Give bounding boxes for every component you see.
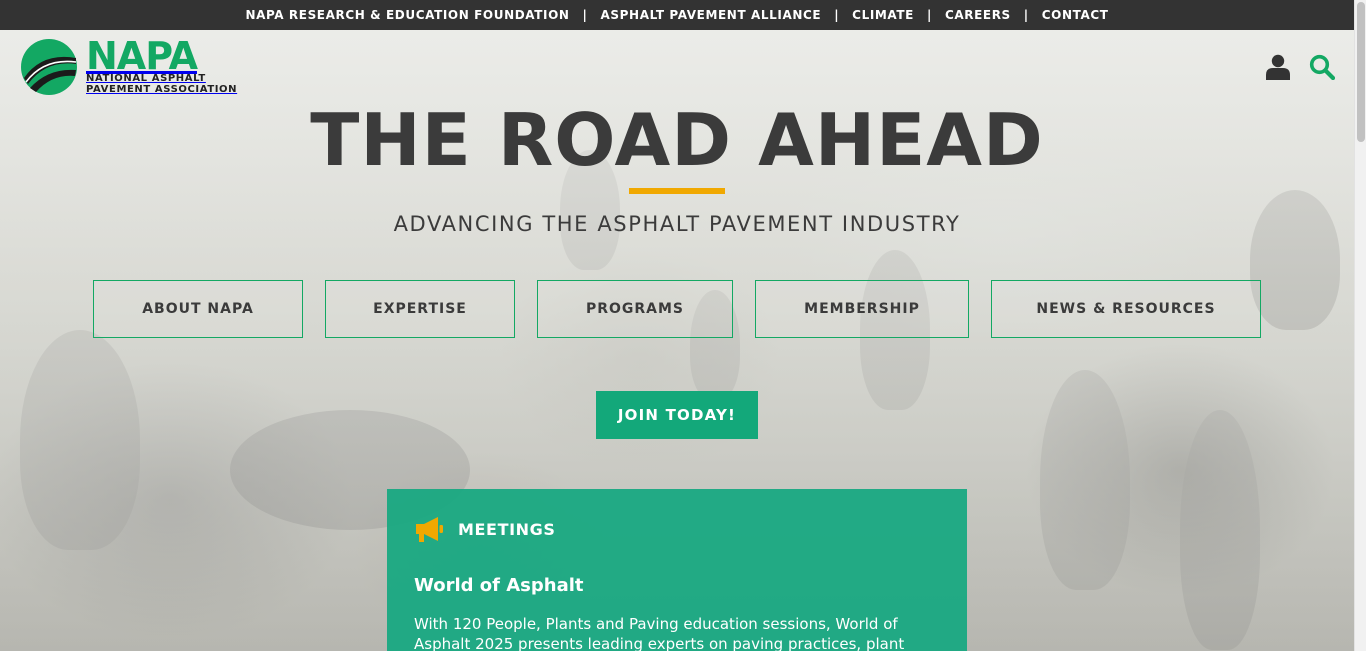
utility-separator: | (1023, 8, 1029, 22)
utility-separator: | (926, 8, 932, 22)
napa-logo-mark (21, 39, 77, 95)
logo-word: NAPA (86, 34, 198, 78)
nav-about-napa[interactable]: ABOUT NAPA (93, 280, 303, 338)
logo-line-1: NATIONAL ASPHALT (86, 73, 206, 84)
logo-line-2: PAVEMENT ASSOCIATION (86, 84, 238, 95)
utility-link-careers[interactable]: CAREERS (945, 8, 1011, 22)
utility-link-alliance[interactable]: ASPHALT PAVEMENT ALLIANCE (601, 8, 822, 22)
hero-subtitle: ADVANCING THE ASPHALT PAVEMENT INDUSTRY (393, 212, 961, 236)
meetings-card[interactable]: MEETINGS World of Asphalt With 120 Peopl… (387, 489, 967, 651)
scrollbar-thumb[interactable] (1357, 2, 1365, 142)
napa-logo[interactable]: NAPA NATIONAL ASPHALT PAVEMENT ASSOCIATI… (20, 34, 238, 96)
nav-news-resources[interactable]: NEWS & RESOURCES (991, 280, 1261, 338)
card-title[interactable]: World of Asphalt (414, 575, 940, 596)
card-body: With 120 People, Plants and Paving educa… (414, 615, 905, 651)
nav-membership[interactable]: MEMBERSHIP (755, 280, 969, 338)
utility-link-foundation[interactable]: NAPA RESEARCH & EDUCATION FOUNDATION (245, 8, 569, 22)
user-icon[interactable] (1266, 54, 1290, 80)
title-underline (629, 188, 725, 194)
nav-expertise[interactable]: EXPERTISE (325, 280, 515, 338)
card-category: MEETINGS (458, 519, 556, 539)
utility-link-contact[interactable]: CONTACT (1042, 8, 1109, 22)
nav-programs[interactable]: PROGRAMS (537, 280, 733, 338)
join-today-button[interactable]: JOIN TODAY! (596, 391, 758, 439)
utility-link-climate[interactable]: CLIMATE (852, 8, 914, 22)
hero-title: THE ROAD AHEAD (310, 98, 1044, 182)
logo-wordmark: NAPA NATIONAL ASPHALT PAVEMENT ASSOCIATI… (86, 34, 238, 95)
utility-separator: | (582, 8, 588, 22)
megaphone-icon (416, 517, 443, 542)
search-icon[interactable] (1309, 54, 1335, 80)
card-header: MEETINGS (414, 515, 940, 543)
utility-separator: | (834, 8, 840, 22)
utility-nav: NAPA RESEARCH & EDUCATION FOUNDATION | A… (0, 0, 1354, 30)
page-scrollbar[interactable] (1354, 0, 1366, 651)
